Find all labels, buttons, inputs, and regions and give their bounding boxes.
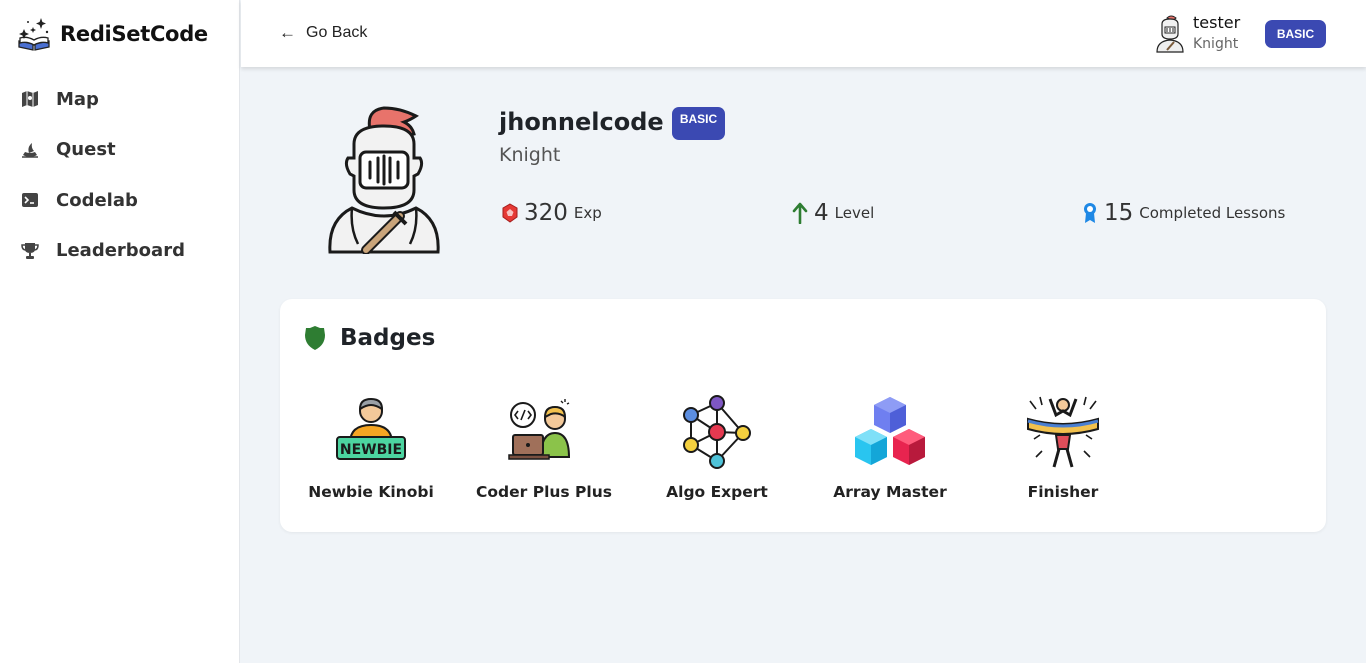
badge-algo-expert[interactable]: Algo Expert <box>637 395 797 501</box>
sidebar-item-quest[interactable]: Quest <box>0 125 240 176</box>
badge-coder-plus-plus[interactable]: Coder Plus Plus <box>464 395 624 501</box>
brand[interactable]: RediSetCode <box>16 16 208 52</box>
top-header: ← Go Back tester Knight BASIC <box>241 0 1366 67</box>
book-sparkle-logo-icon <box>18 18 50 51</box>
algo-badge-icon <box>683 395 751 469</box>
user-text: tester Knight <box>1193 13 1240 55</box>
level-value: 4 <box>814 200 829 226</box>
sidebar-item-label: Map <box>56 88 99 110</box>
quest-icon <box>20 140 40 160</box>
badge-array-master[interactable]: Array Master <box>810 395 970 501</box>
badge-name: Array Master <box>833 483 947 501</box>
trophy-icon <box>20 241 40 261</box>
user-menu[interactable]: tester Knight <box>1153 12 1240 56</box>
medal-ribbon-icon <box>1080 202 1100 224</box>
sidebar-item-codelab[interactable]: Codelab <box>0 175 240 226</box>
badge-name: Finisher <box>1027 483 1099 501</box>
arrow-left-icon: ← <box>279 23 296 42</box>
knight-avatar-icon <box>1156 15 1184 53</box>
badges-title: Badges <box>340 325 436 351</box>
go-back-button[interactable]: ← Go Back <box>279 22 367 44</box>
stat-lessons: 15 Completed Lessons <box>1080 198 1285 228</box>
coder-badge-icon <box>508 399 571 460</box>
lessons-label: Completed Lessons <box>1139 204 1286 222</box>
badge-name: Coder Plus Plus <box>476 483 612 501</box>
newbie-badge-icon: NEWBIE <box>336 397 406 460</box>
sidebar-nav: Map Quest Codelab Leaderboard <box>0 74 240 276</box>
sidebar-item-map[interactable]: Map <box>0 74 240 125</box>
sidebar-item-label: Codelab <box>56 189 138 211</box>
badge-newbie-kinobi[interactable]: NEWBIE Newbie Kinobi <box>291 395 451 501</box>
svg-text:NEWBIE: NEWBIE <box>340 442 402 458</box>
sidebar-item-leaderboard[interactable]: Leaderboard <box>0 226 240 277</box>
badge-name: Newbie Kinobi <box>308 483 434 501</box>
stat-level: 4 Level <box>790 198 874 228</box>
profile-plan-badge: BASIC <box>672 107 725 140</box>
terminal-icon <box>20 190 40 210</box>
knight-profile-avatar <box>328 106 440 254</box>
finisher-badge-icon <box>1027 396 1099 468</box>
badge-finisher[interactable]: Finisher <box>983 395 1143 501</box>
go-back-label: Go Back <box>306 24 368 41</box>
array-badge-icon <box>855 397 925 465</box>
level-label: Level <box>834 204 875 222</box>
app-name: RediSetCode <box>60 22 208 46</box>
exp-gem-icon <box>500 202 520 224</box>
arrow-up-icon <box>790 202 810 224</box>
sidebar-item-label: Leaderboard <box>56 240 185 262</box>
shield-icon <box>305 326 325 350</box>
exp-value: 320 <box>524 200 568 226</box>
profile-username: jhonnelcode <box>499 108 664 136</box>
map-icon <box>20 89 40 109</box>
badge-name: Algo Expert <box>666 483 768 501</box>
exp-label: Exp <box>573 204 602 222</box>
user-rank: Knight <box>1193 36 1239 52</box>
stat-exp: 320 Exp <box>500 198 602 228</box>
sidebar: RediSetCode Map Quest Codelab Leaderboar… <box>0 0 240 663</box>
user-name: tester <box>1193 13 1241 32</box>
sidebar-item-label: Quest <box>56 139 116 161</box>
profile-rank: Knight <box>499 144 561 166</box>
badges-header: Badges <box>304 325 435 351</box>
plan-badge: BASIC <box>1265 20 1326 48</box>
lessons-value: 15 <box>1104 200 1134 226</box>
badges-card: Badges NEWBIE Newbie Kinobi Coder Plus P… <box>280 299 1326 532</box>
